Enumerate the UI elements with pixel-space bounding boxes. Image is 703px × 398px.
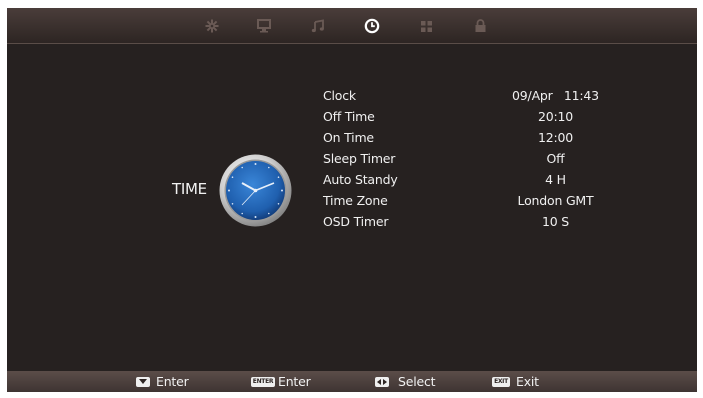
hint-label: Enter xyxy=(278,374,311,389)
menu-tab-bar xyxy=(7,8,697,44)
menu-label: OSD Timer xyxy=(323,214,389,229)
clock-icon xyxy=(364,18,380,34)
menu-value: 09/Apr 11:43 xyxy=(512,88,599,103)
tab-screen[interactable] xyxy=(255,17,273,35)
menu-row-sleep-timer[interactable]: Sleep Timer Off xyxy=(323,148,643,169)
menu-value: 20:10 xyxy=(537,109,574,124)
menu-value: 12:00 xyxy=(537,130,574,145)
hint-enter: ENTER Enter xyxy=(251,371,311,392)
hint-select: Select xyxy=(375,371,436,392)
screen-icon xyxy=(257,19,271,33)
hint-exit: EXIT Exit xyxy=(492,371,539,392)
menu-value: 10 S xyxy=(541,214,569,229)
left-right-key-icon xyxy=(375,376,389,387)
menu-label: Auto Standy xyxy=(323,172,398,187)
menu-label: Off Time xyxy=(323,109,375,124)
menu-value: 4 H xyxy=(545,172,566,187)
hint-enter-down: Enter xyxy=(136,371,189,392)
tab-time[interactable] xyxy=(363,17,381,35)
menu-row-on-time[interactable]: On Time 12:00 xyxy=(323,127,643,148)
lock-icon xyxy=(475,19,485,32)
menu-row-clock[interactable]: Clock 09/Apr 11:43 xyxy=(323,85,643,106)
menu-value: London GMT xyxy=(517,193,594,208)
section-title: TIME xyxy=(172,180,207,198)
down-arrow-key-icon xyxy=(136,376,150,387)
tab-lock[interactable] xyxy=(471,17,489,35)
apps-grid-icon xyxy=(420,20,432,32)
menu-row-osd-timer[interactable]: OSD Timer 10 S xyxy=(323,211,643,232)
menu-label: Time Zone xyxy=(323,193,388,208)
analog-clock-icon xyxy=(218,153,293,228)
tv-osd-screen: TIME Clock 09/Apr 11:43 Off Time 20:10 O… xyxy=(7,8,697,392)
menu-row-auto-standby[interactable]: Auto Standy 4 H xyxy=(323,169,643,190)
enter-key-icon: ENTER xyxy=(251,376,275,387)
menu-row-time-zone[interactable]: Time Zone London GMT xyxy=(323,190,643,211)
tab-setup[interactable] xyxy=(417,17,435,35)
tab-picture[interactable] xyxy=(203,17,221,35)
hint-label: Enter xyxy=(156,374,189,389)
menu-row-off-time[interactable]: Off Time 20:10 xyxy=(323,106,643,127)
hint-label: Select xyxy=(398,374,436,389)
music-note-icon xyxy=(311,19,324,33)
menu-label: Sleep Timer xyxy=(323,151,396,166)
menu-label: On Time xyxy=(323,130,374,145)
tab-sound[interactable] xyxy=(309,17,327,35)
menu-value: Off xyxy=(546,151,565,166)
exit-key-icon: EXIT xyxy=(492,376,510,387)
menu-label: Clock xyxy=(323,88,356,103)
time-settings-list: Clock 09/Apr 11:43 Off Time 20:10 On Tim… xyxy=(323,85,643,232)
key-hint-bar: Enter ENTER Enter Select EXIT Exit xyxy=(7,371,697,392)
picture-settings-icon xyxy=(205,19,219,33)
hint-label: Exit xyxy=(516,374,539,389)
